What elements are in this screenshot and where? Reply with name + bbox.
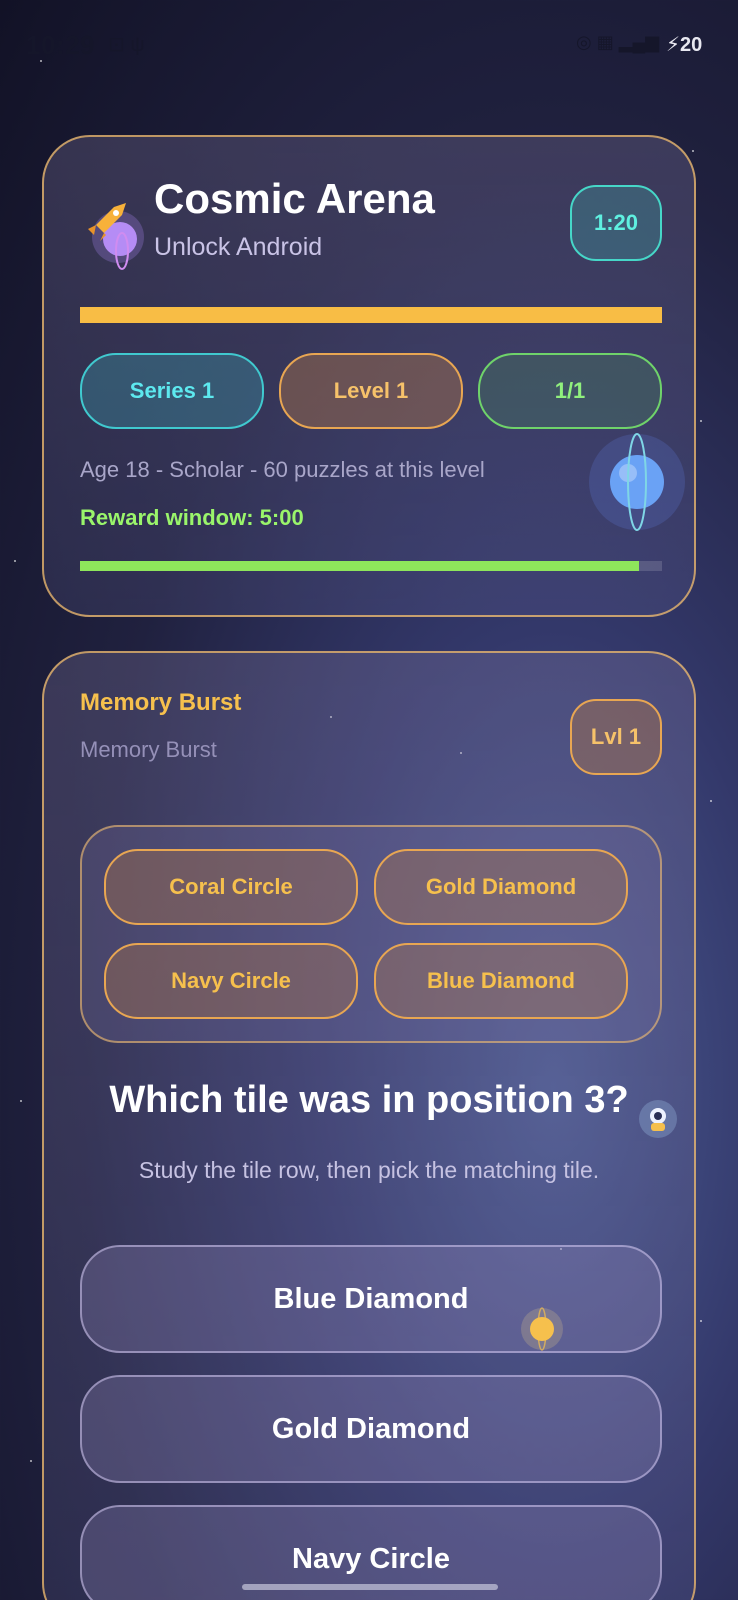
battery-indicator: ⚡20 (666, 34, 703, 56)
level-badge: Lvl 1 (570, 699, 662, 775)
page-title: Cosmic Arena (154, 175, 435, 222)
reward-progress-fill (80, 561, 639, 571)
tile-4: Blue Diamond (374, 943, 628, 1019)
progress-chip[interactable]: 1/1 (478, 353, 662, 429)
planet-icon (589, 433, 685, 531)
tile-3: Navy Circle (104, 943, 358, 1019)
status-signal-icons: ◎ ▦ ▂▄▆ (576, 32, 660, 52)
hint-text: Study the tile row, then pick the matchi… (138, 1157, 600, 1183)
status-notification-icons: ⊡ ψ (108, 34, 145, 56)
tile-row-panel: Coral Circle Gold Diamond Navy Circle Bl… (80, 825, 677, 1138)
question-text: Which tile was in position 3? (109, 1079, 629, 1121)
reward-progress-bar (80, 561, 662, 571)
tile-1: Coral Circle (104, 849, 358, 925)
accent-bar (80, 307, 662, 323)
home-indicator[interactable] (242, 1584, 498, 1590)
tile-2: Gold Diamond (374, 849, 628, 925)
age-info: Age 18 - Scholar - 60 puzzles at this le… (80, 457, 485, 482)
answer-option-1[interactable]: Blue Diamond (80, 1245, 662, 1353)
level-chip[interactable]: Level 1 (279, 353, 463, 429)
sun-icon (521, 1307, 563, 1351)
arena-header-card: Cosmic Arena Unlock Android 1:20 Series … (42, 135, 696, 617)
game-subtitle: Memory Burst (80, 737, 217, 762)
game-title: Memory Burst (80, 689, 242, 716)
rocket-icon (88, 203, 144, 270)
memory-game-card: Memory Burst Memory Burst Lvl 1 Coral Ci… (42, 651, 696, 1600)
reward-window: Reward window: 5:00 (80, 505, 304, 530)
page-subtitle: Unlock Android (154, 233, 323, 261)
timer-badge: 1:20 (570, 185, 662, 261)
answer-option-2[interactable]: Gold Diamond (80, 1375, 662, 1483)
series-chip[interactable]: Series 1 (80, 353, 264, 429)
status-bar: 10:29 ⊡ ψ ◎ ▦ ▂▄▆ ⚡20 (0, 0, 738, 90)
status-time: 10:29 (26, 30, 95, 60)
